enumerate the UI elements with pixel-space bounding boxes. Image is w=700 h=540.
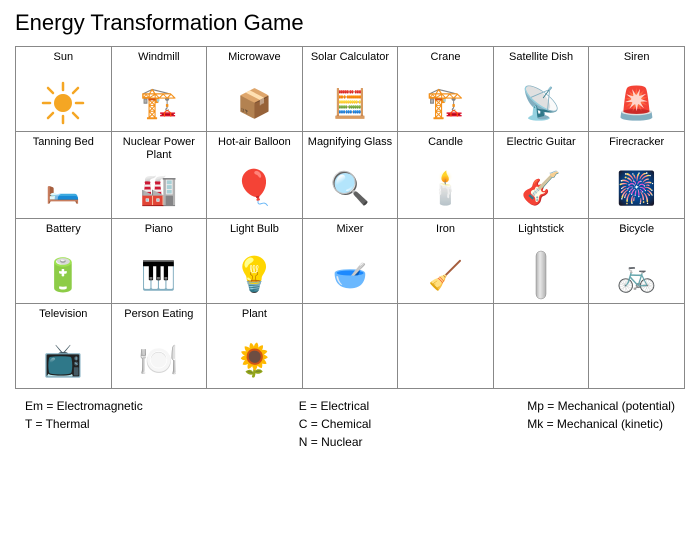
- grid-cell[interactable]: Bicycle 🚲: [589, 219, 685, 304]
- cell-icon: 🕯️: [400, 162, 491, 214]
- cell-icon: 🏗️: [400, 77, 491, 129]
- cell-icon: 📡: [496, 77, 587, 129]
- grid-cell[interactable]: Iron 🧹: [398, 219, 494, 304]
- grid-cell[interactable]: Solar Calculator 🧮: [302, 47, 398, 132]
- grid-cell[interactable]: Crane 🏗️: [398, 47, 494, 132]
- cell-label: Electric Guitar: [496, 136, 587, 160]
- grid-cell[interactable]: Magnifying Glass 🔍: [302, 132, 398, 219]
- legend-item: Mp = Mechanical (potential): [527, 399, 675, 413]
- legend-item: C = Chemical: [299, 417, 371, 431]
- cell-label: Piano: [114, 223, 205, 247]
- cell-icon: 🏗️: [114, 77, 205, 129]
- grid-cell[interactable]: Electric Guitar 🎸: [493, 132, 589, 219]
- cell-icon: 🧹: [400, 249, 491, 301]
- cell-label: Solar Calculator: [305, 51, 396, 75]
- grid-cell[interactable]: Television 📺: [16, 304, 112, 389]
- cell-label: Tanning Bed: [18, 136, 109, 160]
- cell-label: Satellite Dish: [496, 51, 587, 75]
- cell-icon: [496, 249, 587, 301]
- cell-icon: [18, 77, 109, 129]
- grid-cell[interactable]: Siren 🚨: [589, 47, 685, 132]
- cell-label: Hot-air Balloon: [209, 136, 300, 160]
- grid-cell[interactable]: Plant 🌻: [207, 304, 303, 389]
- page-title: Energy Transformation Game: [15, 10, 685, 36]
- grid-cell[interactable]: Person Eating 🍽️: [111, 304, 207, 389]
- cell-label: Windmill: [114, 51, 205, 75]
- grid-cell[interactable]: Satellite Dish 📡: [493, 47, 589, 132]
- cell-label: Bicycle: [591, 223, 682, 247]
- cell-icon: 🍽️: [114, 334, 205, 386]
- cell-label: Television: [18, 308, 109, 332]
- cell-label: Light Bulb: [209, 223, 300, 247]
- grid-cell[interactable]: Hot-air Balloon 🎈: [207, 132, 303, 219]
- cell-label: Iron: [400, 223, 491, 247]
- legend-col-1: Em = Electromagnetic T = Thermal: [25, 399, 143, 449]
- grid-cell[interactable]: Microwave 📦: [207, 47, 303, 132]
- grid-cell[interactable]: [302, 304, 398, 389]
- cell-label: Sun: [18, 51, 109, 75]
- legend-item: Mk = Mechanical (kinetic): [527, 417, 675, 431]
- cell-icon: 📺: [18, 334, 109, 386]
- grid-cell[interactable]: Mixer 🥣: [302, 219, 398, 304]
- grid-cell[interactable]: Sun: [16, 47, 112, 132]
- grid-cell[interactable]: Windmill 🏗️: [111, 47, 207, 132]
- grid-cell[interactable]: Candle 🕯️: [398, 132, 494, 219]
- grid-cell[interactable]: Tanning Bed 🛏️: [16, 132, 112, 219]
- grid-cell[interactable]: [589, 304, 685, 389]
- cell-icon: 🌻: [209, 334, 300, 386]
- cell-icon: 🔍: [305, 162, 396, 214]
- cell-icon: 💡: [209, 249, 300, 301]
- cell-icon: 🔋: [18, 249, 109, 301]
- legend-section: Em = Electromagnetic T = Thermal E = Elec…: [15, 399, 685, 449]
- cell-icon: 🎈: [209, 162, 300, 214]
- cell-label: Lightstick: [496, 223, 587, 247]
- legend-item: E = Electrical: [299, 399, 371, 413]
- cell-label: Plant: [209, 308, 300, 332]
- legend-item: Em = Electromagnetic: [25, 399, 143, 413]
- cell-label: Magnifying Glass: [305, 136, 396, 160]
- cell-label: Nuclear PowerPlant: [114, 136, 205, 162]
- legend-item: N = Nuclear: [299, 435, 371, 449]
- energy-grid: Sun Windmill 🏗️Microwave 📦Solar Calculat…: [15, 46, 685, 389]
- cell-icon: 📦: [209, 77, 300, 129]
- cell-label: Person Eating: [114, 308, 205, 332]
- cell-icon: 🚨: [591, 77, 682, 129]
- cell-label: Crane: [400, 51, 491, 75]
- cell-label: Siren: [591, 51, 682, 75]
- cell-label: Mixer: [305, 223, 396, 247]
- grid-cell[interactable]: Piano 🎹: [111, 219, 207, 304]
- grid-cell[interactable]: [398, 304, 494, 389]
- cell-icon: 🎆: [591, 162, 682, 214]
- cell-label: Microwave: [209, 51, 300, 75]
- cell-icon: 🧮: [305, 77, 396, 129]
- legend-col-3: Mp = Mechanical (potential) Mk = Mechanic…: [527, 399, 675, 449]
- cell-icon: 🥣: [305, 249, 396, 301]
- cell-icon: 🛏️: [18, 162, 109, 214]
- cell-icon: 🎸: [496, 162, 587, 214]
- cell-icon: 🎹: [114, 249, 205, 301]
- grid-cell[interactable]: Nuclear PowerPlant 🏭: [111, 132, 207, 219]
- grid-cell[interactable]: Light Bulb 💡: [207, 219, 303, 304]
- legend-item: T = Thermal: [25, 417, 143, 431]
- grid-cell[interactable]: [493, 304, 589, 389]
- grid-cell[interactable]: Firecracker 🎆: [589, 132, 685, 219]
- cell-label: Firecracker: [591, 136, 682, 160]
- legend-col-2: E = Electrical C = Chemical N = Nuclear: [299, 399, 371, 449]
- cell-icon: 🚲: [591, 249, 682, 301]
- cell-label: Battery: [18, 223, 109, 247]
- grid-cell[interactable]: Battery 🔋: [16, 219, 112, 304]
- grid-cell[interactable]: Lightstick: [493, 219, 589, 304]
- cell-label: Candle: [400, 136, 491, 160]
- cell-icon: 🏭: [114, 164, 205, 216]
